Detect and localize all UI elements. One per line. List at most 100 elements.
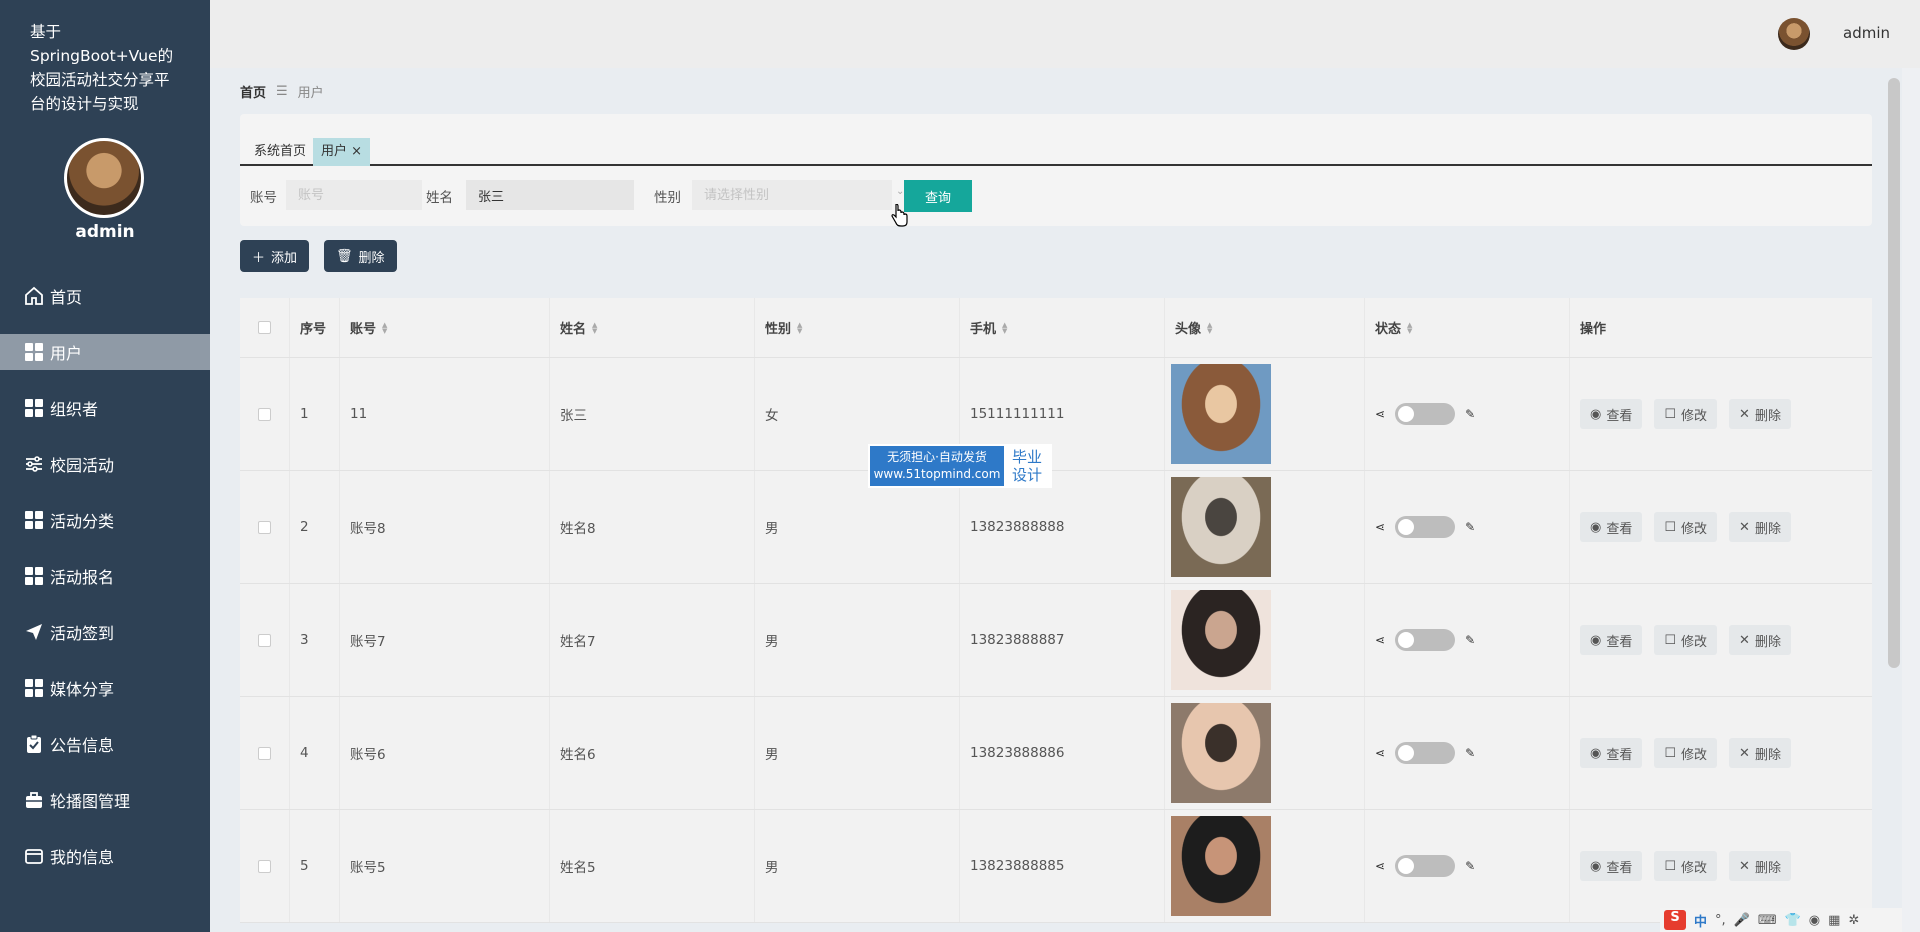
row-checkbox[interactable] (258, 407, 271, 421)
header-photo[interactable]: 头像 ▲ ▼ (1165, 298, 1365, 357)
share-icon[interactable]: ⋖ (1375, 859, 1385, 873)
ime-logo-icon[interactable]: S (1664, 910, 1686, 930)
sidebar-item-2[interactable]: 组织者 (0, 380, 210, 436)
header-account[interactable]: 账号 ▲ ▼ (340, 298, 550, 357)
table-row[interactable]: 4 账号6 姓名6 男 13823888886 ⋖ ✎ ◉ 查看 ☐ 修改 ✕ 删除 (240, 697, 1872, 810)
view-button[interactable]: ◉ 查看 (1580, 512, 1643, 542)
sort-icon[interactable]: ▲ ▼ (1207, 321, 1212, 334)
sidebar-item-10[interactable]: 我的信息 (0, 828, 210, 884)
breadcrumb-home[interactable]: 首页 (240, 82, 266, 101)
sidebar-item-0[interactable]: 首页 (0, 268, 210, 324)
row-checkbox[interactable] (258, 633, 271, 647)
batch-delete-button[interactable]: 🗑 删除 (324, 240, 397, 272)
header-gender[interactable]: 性别 ▲ ▼ (755, 298, 960, 357)
table-row[interactable]: 2 账号8 姓名8 男 13823888888 ⋖ ✎ ◉ 查看 ☐ 修改 ✕ 删除 (240, 471, 1872, 584)
table-row[interactable]: 3 账号7 姓名7 男 13823888887 ⋖ ✎ ◉ 查看 ☐ 修改 ✕ 删除 (240, 584, 1872, 697)
add-button[interactable]: ＋ 添加 (240, 240, 310, 272)
user-photo[interactable] (1171, 477, 1271, 577)
header-phone[interactable]: 手机 ▲ ▼ (960, 298, 1165, 357)
top-avatar[interactable] (1778, 18, 1810, 50)
row-checkbox[interactable] (258, 520, 271, 534)
edit-pencil-icon[interactable]: ✎ (1465, 633, 1475, 647)
tab-close-icon[interactable]: × (351, 144, 362, 159)
table-row[interactable]: 5 账号5 姓名5 男 13823888885 ⋖ ✎ ◉ 查看 ☐ 修改 ✕ 删除 (240, 810, 1872, 923)
edit-pencil-icon[interactable]: ✎ (1465, 859, 1475, 873)
ime-mode[interactable]: 中 (1694, 911, 1707, 930)
sidebar-item-9[interactable]: 轮播图管理 (0, 772, 210, 828)
edit-icon: ☐ (1664, 519, 1677, 535)
share-icon[interactable]: ⋖ (1375, 520, 1385, 534)
view-button[interactable]: ◉ 查看 (1580, 738, 1643, 768)
sidebar-item-5[interactable]: 活动报名 (0, 548, 210, 604)
sidebar-item-7[interactable]: 媒体分享 (0, 660, 210, 716)
status-toggle[interactable] (1395, 516, 1456, 538)
name-input[interactable] (466, 180, 634, 210)
sort-icon[interactable]: ▲ ▼ (1407, 321, 1412, 334)
microphone-icon[interactable]: 🎤 (1734, 913, 1750, 928)
view-button[interactable]: ◉ 查看 (1580, 625, 1643, 655)
sidebar-item-1[interactable]: 用户 (0, 334, 210, 370)
scrollbar[interactable] (1888, 78, 1900, 668)
sidebar-item-8[interactable]: 公告信息 (0, 716, 210, 772)
user-photo[interactable] (1171, 703, 1271, 803)
robot-icon[interactable]: ◉ (1809, 913, 1820, 928)
edit-pencil-icon[interactable]: ✎ (1465, 746, 1475, 760)
status-toggle[interactable] (1395, 629, 1456, 651)
keyboard-icon[interactable]: ⌨ (1758, 913, 1777, 928)
delete-button[interactable]: ✕ 删除 (1729, 512, 1791, 542)
share-icon[interactable]: ⋖ (1375, 407, 1385, 421)
status-toggle[interactable] (1395, 403, 1456, 425)
share-icon[interactable]: ⋖ (1375, 746, 1385, 760)
sidebar-item-3[interactable]: 校园活动 (0, 436, 210, 492)
sidebar-item-label: 我的信息 (50, 848, 115, 867)
avatar[interactable] (64, 138, 144, 218)
delete-button[interactable]: ✕ 删除 (1729, 399, 1791, 429)
ime-toolbar[interactable]: S 中 °, 🎤 ⌨ 👕 ◉ ▦ ✲ (1660, 908, 1902, 932)
share-icon[interactable]: ⋖ (1375, 633, 1385, 647)
delete-button[interactable]: ✕ 删除 (1729, 738, 1791, 768)
edit-pencil-icon[interactable]: ✎ (1465, 520, 1475, 534)
user-photo[interactable] (1171, 364, 1271, 464)
sidebar-item-4[interactable]: 活动分类 (0, 492, 210, 548)
view-button[interactable]: ◉ 查看 (1580, 851, 1643, 881)
edit-button[interactable]: ☐ 修改 (1654, 851, 1718, 881)
tab-user[interactable]: 用户 × (313, 138, 371, 166)
tab-home[interactable]: 系统首页 (246, 138, 314, 166)
sort-icon[interactable]: ▲ ▼ (592, 321, 597, 334)
delete-button[interactable]: ✕ 删除 (1729, 851, 1791, 881)
view-button[interactable]: ◉ 查看 (1580, 399, 1643, 429)
edit-button[interactable]: ☐ 修改 (1654, 512, 1718, 542)
row-checkbox[interactable] (258, 746, 271, 760)
edit-button[interactable]: ☐ 修改 (1654, 738, 1718, 768)
delete-button[interactable]: ✕ 删除 (1729, 625, 1791, 655)
cell-gender: 男 (755, 810, 960, 922)
ime-punct-icon[interactable]: °, (1715, 913, 1726, 928)
sidebar-item-6[interactable]: 活动签到 (0, 604, 210, 660)
top-username[interactable]: admin (1843, 24, 1890, 42)
user-photo[interactable] (1171, 590, 1271, 690)
status-toggle[interactable] (1395, 742, 1456, 764)
account-input[interactable] (286, 180, 422, 210)
select-all-checkbox[interactable] (258, 321, 271, 334)
edit-button[interactable]: ☐ 修改 (1654, 625, 1718, 655)
status-toggle[interactable] (1395, 855, 1456, 877)
sort-icon[interactable]: ▲ ▼ (1002, 321, 1007, 334)
settings-icon[interactable]: ✲ (1848, 913, 1859, 928)
query-button[interactable]: 查询 (904, 180, 972, 212)
row-checkbox[interactable] (258, 859, 271, 873)
edit-pencil-icon[interactable]: ✎ (1465, 407, 1475, 421)
sort-icon[interactable]: ▲ ▼ (382, 321, 387, 334)
header-name[interactable]: 姓名 ▲ ▼ (550, 298, 755, 357)
table-row[interactable]: 1 11 张三女 15111111111 ⋖ ✎ ◉ 查看 ☐ 修改 ✕ 删除 (240, 358, 1872, 471)
cell-photo (1165, 584, 1365, 696)
user-photo[interactable] (1171, 816, 1271, 916)
apps-grid-icon[interactable]: ▦ (1828, 913, 1840, 928)
cell-actions: ◉ 查看 ☐ 修改 ✕ 删除 (1570, 584, 1872, 696)
edit-button[interactable]: ☐ 修改 (1654, 399, 1718, 429)
gender-select[interactable] (692, 180, 892, 210)
header-status[interactable]: 状态 ▲ ▼ (1365, 298, 1570, 357)
skin-icon[interactable]: 👕 (1785, 913, 1801, 928)
cell-account: 账号5 (340, 810, 550, 922)
sidebar-item-label: 轮播图管理 (50, 792, 131, 811)
sort-icon[interactable]: ▲ ▼ (797, 321, 802, 334)
